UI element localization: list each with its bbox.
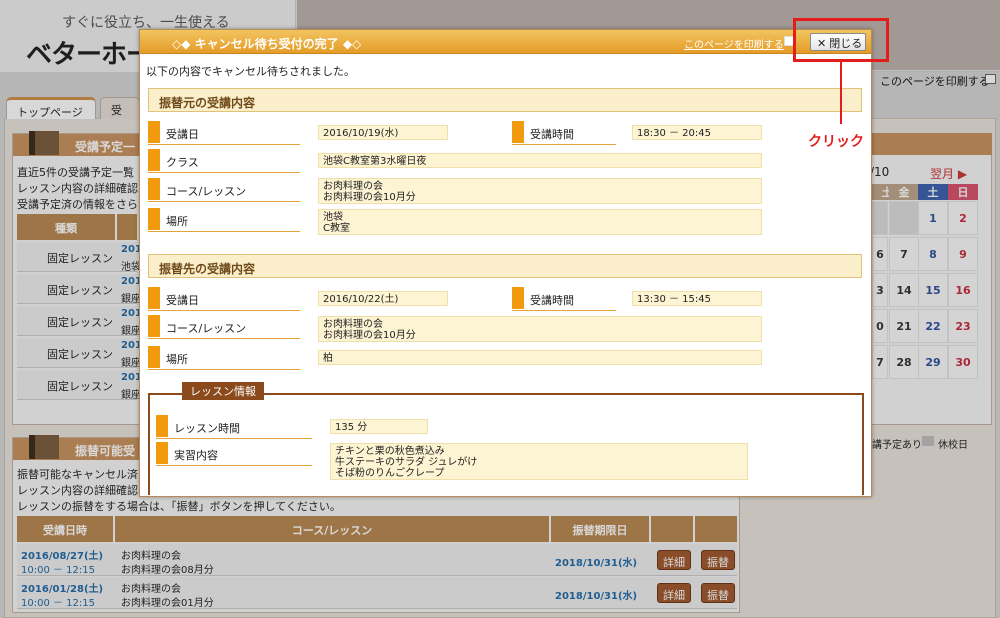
source-place-value: 池袋 C教室 bbox=[318, 209, 762, 235]
source-section-heading: 振替元の受講内容 bbox=[148, 88, 862, 112]
callout-line bbox=[840, 62, 842, 124]
cancel-wait-dialog: ◇◆ キャンセル待ち受付の完了 ◆◇ このページを印刷する ✕ 閉じる 以下の内容… bbox=[139, 29, 872, 497]
click-highlight-box bbox=[793, 18, 889, 62]
target-course-label: コース/レッスン bbox=[148, 315, 300, 339]
source-time-value: 18:30 － 20:45 bbox=[632, 125, 762, 140]
target-date-label: 受講日 bbox=[148, 287, 300, 311]
confirmation-message: 以下の内容でキャンセル待ちされました。 bbox=[146, 65, 355, 78]
source-date-label: 受講日 bbox=[148, 121, 300, 145]
click-annotation: クリック bbox=[808, 134, 864, 150]
dialog-title: ◇◆ キャンセル待ち受付の完了 ◆◇ bbox=[172, 37, 362, 51]
dialog-print-link[interactable]: このページを印刷する bbox=[684, 36, 784, 51]
target-date-value: 2016/10/22(土) bbox=[318, 291, 448, 306]
target-place-label: 場所 bbox=[148, 346, 300, 370]
source-time-label: 受講時間 bbox=[512, 121, 616, 145]
source-class-label: クラス bbox=[148, 149, 300, 173]
lesson-duration-label: レッスン時間 bbox=[156, 415, 312, 439]
lesson-info-heading: レッスン情報 bbox=[182, 382, 264, 400]
target-section-heading: 振替先の受講内容 bbox=[148, 254, 862, 278]
source-place-label: 場所 bbox=[148, 208, 300, 232]
target-time-value: 13:30 － 15:45 bbox=[632, 291, 762, 306]
source-date-value: 2016/10/19(水) bbox=[318, 125, 448, 140]
target-course-value: お肉料理の会 お肉料理の会10月分 bbox=[318, 316, 762, 342]
lesson-content-label: 実習内容 bbox=[156, 442, 312, 466]
source-course-value: お肉料理の会 お肉料理の会10月分 bbox=[318, 178, 762, 204]
source-class-value: 池袋C教室第3水曜日夜 bbox=[318, 153, 762, 168]
lesson-content-value: チキンと栗の秋色煮込み 牛ステーキのサラダ ジュレがけ そば粉のりんごクレープ bbox=[330, 443, 748, 480]
target-place-value: 柏 bbox=[318, 350, 762, 365]
lesson-duration-value: 135 分 bbox=[330, 419, 428, 434]
target-time-label: 受講時間 bbox=[512, 287, 616, 311]
source-course-label: コース/レッスン bbox=[148, 178, 300, 202]
